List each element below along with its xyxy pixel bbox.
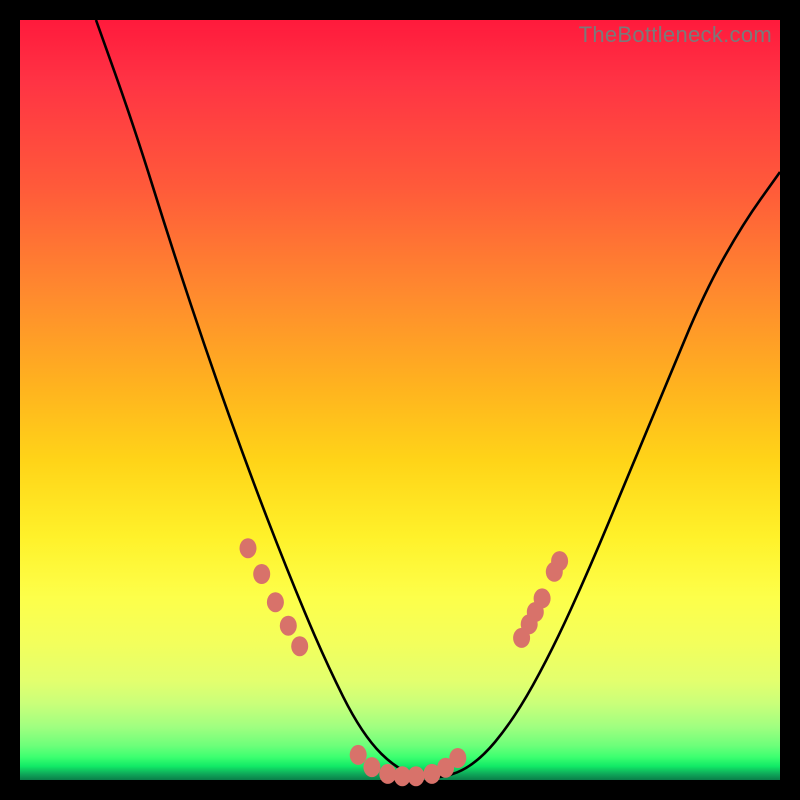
curve-marker: [350, 745, 367, 765]
curve-marker: [253, 564, 270, 584]
curve-marker: [449, 748, 466, 768]
curve-marker: [291, 636, 308, 656]
curve-marker: [280, 616, 297, 636]
bottleneck-curve: [20, 20, 780, 780]
curve-marker: [534, 588, 551, 608]
curve-marker: [363, 757, 380, 777]
curve-marker: [379, 764, 396, 784]
curve-marker: [551, 551, 568, 571]
curve-line: [96, 20, 780, 777]
curve-marker: [408, 766, 425, 786]
curve-marker: [240, 538, 257, 558]
curve-marker: [267, 592, 284, 612]
chart-frame: TheBottleneck.com: [20, 20, 780, 780]
